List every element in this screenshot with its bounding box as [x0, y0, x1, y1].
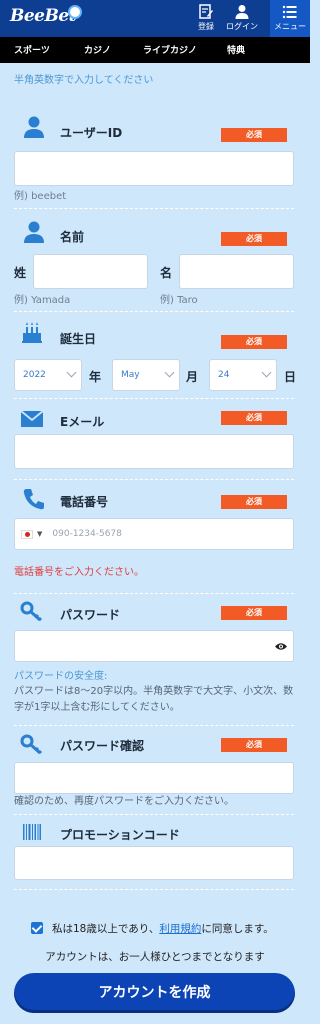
logo-ball-icon: [68, 5, 82, 19]
username-title: ユーザーID: [60, 126, 123, 140]
user-icon: [24, 221, 44, 243]
password-rules-note: パスワードは8～20字以内。半角英数字で大文字、小文次、数字が1字以上含む形にし…: [14, 686, 294, 713]
nav-sports[interactable]: スポーツ: [14, 43, 50, 56]
password-confirm-note: 確認のため、再度パスワードをご入力ください。: [14, 796, 234, 807]
menu-button[interactable]: メニュー: [270, 0, 310, 37]
birth-year-value: 2022: [23, 370, 46, 380]
password-strength-label: パスワードの安全度:: [14, 671, 108, 682]
first-name-example: 例) Taro: [160, 295, 198, 306]
phone-placeholder: 090-1234-5678: [52, 529, 122, 539]
birth-day-value: 24: [218, 370, 230, 380]
register-button[interactable]: 登録: [186, 0, 226, 37]
birth-year-select[interactable]: 2022: [14, 359, 82, 391]
first-name-label: 名: [160, 266, 173, 280]
envelope-icon: [20, 410, 44, 427]
hamburger-icon: [282, 5, 297, 19]
register-label: 登録: [198, 22, 214, 31]
phone-error: 電話番号をご入力ください。: [14, 567, 144, 578]
divider: [14, 479, 294, 480]
email-title: Eメール: [60, 415, 105, 429]
password-title: パスワード: [60, 608, 121, 622]
nav-bonus[interactable]: 特典: [227, 43, 245, 56]
required-badge: 必須: [221, 128, 287, 142]
birth-month-value: May: [121, 370, 140, 380]
birthday-title: 誕生日: [60, 332, 97, 346]
category-nav: スポーツ カジノ ライブカジノ 特典: [0, 37, 310, 63]
one-account-note: アカウントは、お一人様ひとつまでとなります: [45, 951, 265, 963]
divider: [14, 725, 294, 726]
last-name-example: 例) Yamada: [14, 295, 71, 306]
chevron-down-icon: [66, 367, 77, 378]
divider: [14, 311, 294, 312]
user-icon: [235, 5, 249, 19]
required-badge: 必須: [221, 411, 287, 425]
required-badge: 必須: [221, 738, 287, 752]
last-name-label: 姓: [14, 266, 27, 280]
year-unit: 年: [89, 370, 102, 384]
required-badge: 必須: [221, 335, 287, 349]
birth-month-select[interactable]: May: [112, 359, 180, 391]
login-label: ログイン: [226, 22, 258, 31]
promo-code-input[interactable]: [14, 846, 294, 880]
username-example: 例) beebet: [14, 191, 67, 202]
key-icon: [20, 734, 43, 755]
divider: [14, 889, 294, 890]
agree-suffix: に同意します。: [201, 923, 274, 935]
first-name-input[interactable]: [179, 254, 294, 289]
promo-title: プロモーションコード: [60, 828, 180, 842]
top-header: BeeBet 登録 ログイン メニュー: [0, 0, 310, 37]
password-confirm-input[interactable]: [14, 762, 294, 794]
user-icon: [24, 116, 44, 138]
birth-day-select[interactable]: 24: [209, 359, 277, 391]
phone-icon: [23, 489, 44, 510]
password-input[interactable]: [14, 630, 294, 662]
username-input[interactable]: [14, 151, 294, 186]
terms-link[interactable]: 利用規約: [159, 923, 201, 935]
cake-icon: [22, 322, 42, 343]
nav-casino[interactable]: カジノ: [84, 43, 111, 56]
age-terms-checkbox[interactable]: [31, 922, 43, 934]
divider: [14, 208, 294, 209]
agree-prefix: 私は18歳以上であり、: [52, 923, 160, 935]
phone-title: 電話番号: [60, 495, 109, 509]
last-name-input[interactable]: [33, 254, 148, 289]
login-button[interactable]: ログイン: [222, 0, 262, 37]
name-title: 名前: [60, 230, 85, 244]
phone-input[interactable]: ▼ 090-1234-5678: [14, 518, 294, 550]
nav-live-casino[interactable]: ライブカジノ: [143, 43, 197, 56]
divider: [14, 398, 294, 399]
barcode-icon: [23, 824, 41, 840]
divider: [14, 814, 294, 815]
menu-label: メニュー: [274, 22, 306, 31]
chevron-down-icon: [261, 367, 272, 378]
key-icon: [20, 601, 43, 622]
chevron-down-icon: [164, 367, 175, 378]
required-badge: 必須: [221, 232, 287, 246]
eye-icon[interactable]: [275, 642, 287, 651]
divider: [14, 593, 294, 594]
day-unit: 日: [284, 370, 297, 384]
input-hint: 半角英数字で入力してください: [14, 75, 154, 86]
month-unit: 月: [186, 370, 199, 384]
caret-down-icon[interactable]: ▼: [37, 530, 42, 538]
required-badge: 必須: [221, 495, 287, 509]
register-icon: [199, 4, 213, 19]
agree-text: 私は18歳以上であり、利用規約に同意します。: [52, 921, 274, 936]
email-input[interactable]: [14, 434, 294, 469]
beebet-logo[interactable]: BeeBet: [10, 6, 77, 26]
japan-flag-icon[interactable]: [21, 529, 33, 539]
create-account-button[interactable]: アカウントを作成: [14, 973, 295, 1013]
required-badge: 必須: [221, 606, 287, 620]
password-confirm-title: パスワード確認: [60, 739, 145, 753]
